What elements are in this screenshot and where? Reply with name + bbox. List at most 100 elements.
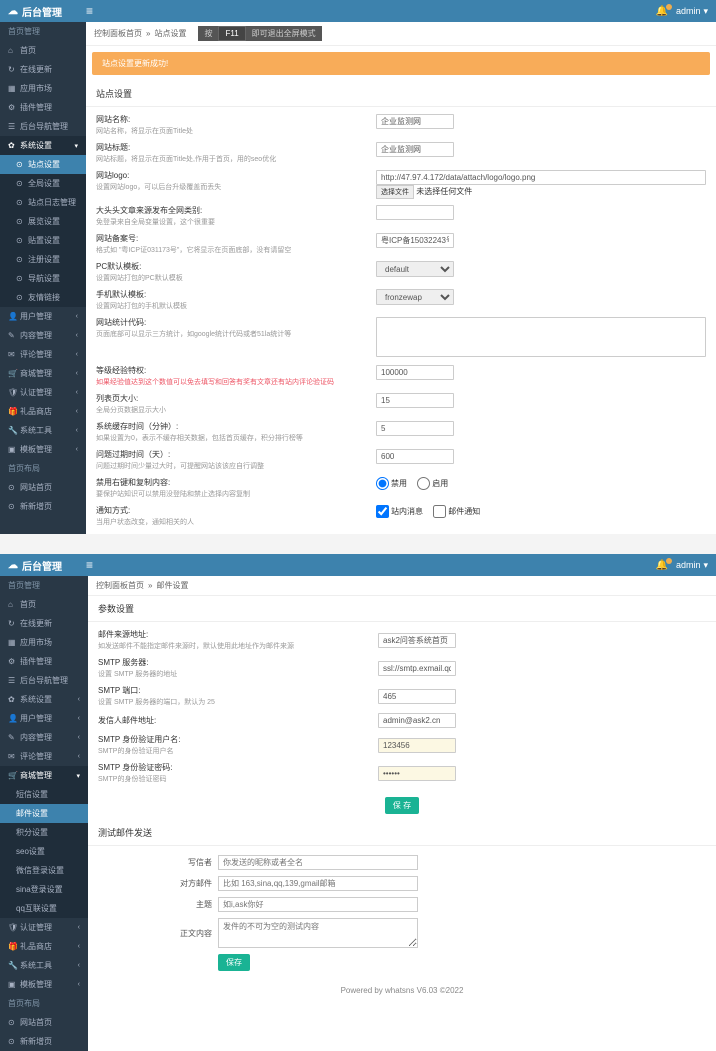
nav-system[interactable]: ✿系统设置‹ xyxy=(0,690,88,709)
nav-tool[interactable]: 🔧系统工具‹ xyxy=(0,956,88,975)
plug-icon: ⚙ xyxy=(8,103,16,112)
input-icp[interactable] xyxy=(376,233,454,248)
nav-appnav[interactable]: ☰后台导航管理 xyxy=(0,117,86,136)
nav-advset[interactable]: ⊙贴置设置 xyxy=(0,231,86,250)
mail-form: 邮件来源地址:如发送邮件不能指定邮件来源时，默认使用此地址作为邮件来源 SMTP… xyxy=(88,622,716,791)
input-sitename[interactable] xyxy=(376,114,454,129)
bell-icon[interactable]: 🔔 xyxy=(656,560,668,571)
chk-notify-mail[interactable]: 邮件通知 xyxy=(433,505,480,518)
nav-user[interactable]: 👤用户管理‹ xyxy=(0,307,86,326)
input-pass[interactable] xyxy=(378,766,456,781)
input-user[interactable] xyxy=(378,738,456,753)
gift-icon: 🎁 xyxy=(8,407,16,416)
nav-market[interactable]: ▦应用市场 xyxy=(0,633,88,652)
nav-appnav[interactable]: ☰后台导航管理 xyxy=(0,671,88,690)
nav-comment[interactable]: ✉评论管理‹ xyxy=(0,747,88,766)
input-subj[interactable] xyxy=(218,897,418,912)
nav-links[interactable]: ⊙友情链接 xyxy=(0,288,86,307)
brand[interactable]: ☁ 后台管理 xyxy=(8,4,62,19)
label-logo: 网站logo: xyxy=(96,171,129,180)
file-choose-button[interactable]: 选择文件 xyxy=(376,185,414,199)
nav-mall[interactable]: 🛒商城管理▾ xyxy=(0,766,88,785)
nav-content[interactable]: ✎内容管理‹ xyxy=(0,728,88,747)
radio-copy-disable[interactable]: 禁用 xyxy=(376,477,407,490)
nav-home[interactable]: ⌂首页 xyxy=(0,595,88,614)
input-sender[interactable] xyxy=(378,713,456,728)
select-pctpl[interactable]: default xyxy=(376,261,454,277)
nav-site-settings[interactable]: ⊙站点设置 xyxy=(0,155,86,174)
nav-global[interactable]: ⊙全局设置 xyxy=(0,174,86,193)
nav-user[interactable]: 👤用户管理‹ xyxy=(0,709,88,728)
nav-mall[interactable]: 🛒商城管理‹ xyxy=(0,364,86,383)
nav-comment[interactable]: ✉评论管理‹ xyxy=(0,345,86,364)
gift-icon: 🎁 xyxy=(8,942,16,951)
input-hlink[interactable] xyxy=(376,205,454,220)
nav-navset[interactable]: ⊙导航设置 xyxy=(0,269,86,288)
user-menu[interactable]: admin▾ xyxy=(676,560,708,571)
nav-gift[interactable]: 🎁礼品商店‹ xyxy=(0,937,88,956)
save-button[interactable]: 保 存 xyxy=(385,797,419,814)
input-sitetitle[interactable] xyxy=(376,142,454,157)
nav-tpl[interactable]: ▣模板管理‹ xyxy=(0,975,88,994)
nav-wxset[interactable]: 微信登录设置 xyxy=(0,861,88,880)
nav-pointset[interactable]: 积分设置 xyxy=(0,823,88,842)
input-from[interactable] xyxy=(378,633,456,648)
nav-qqset[interactable]: qq互联设置 xyxy=(0,899,88,918)
select-mtpl[interactable]: fronzewap xyxy=(376,289,454,305)
footer: Powered by whatsns V6.03 ©2022 xyxy=(88,980,716,1001)
nav-newadd[interactable]: ⊙新新增页 xyxy=(0,497,86,516)
input-wait[interactable] xyxy=(376,365,454,380)
sidebar-group: 首页管理 xyxy=(0,22,86,41)
input-yname[interactable] xyxy=(218,855,418,870)
input-to[interactable] xyxy=(218,876,418,891)
nav-homecfg[interactable]: ⊙网站首页 xyxy=(0,478,86,497)
nav-tool[interactable]: 🔧系统工具‹ xyxy=(0,421,86,440)
chk-notify-msg[interactable]: 站内消息 xyxy=(376,505,423,518)
nav-plugin[interactable]: ⚙插件管理 xyxy=(0,652,88,671)
nav-newadd[interactable]: ⊙新新增页 xyxy=(0,1032,88,1051)
nav-gift[interactable]: 🎁礼品商店‹ xyxy=(0,402,86,421)
input-exp[interactable] xyxy=(376,449,454,464)
input-cache[interactable] xyxy=(376,421,454,436)
nav-display[interactable]: ⊙展览设置 xyxy=(0,212,86,231)
nav-online[interactable]: ↻在线更新 xyxy=(0,614,88,633)
radio-copy-enable[interactable]: 启用 xyxy=(417,477,448,490)
nav-seoset[interactable]: seo设置 xyxy=(0,842,88,861)
nav-market[interactable]: ▦应用市场 xyxy=(0,79,86,98)
dot-icon: ⊙ xyxy=(8,502,16,511)
crumb-current: 站点设置 xyxy=(154,28,186,39)
nav-plugin[interactable]: ⚙插件管理 xyxy=(0,98,86,117)
input-smtp[interactable] xyxy=(378,661,456,676)
nav-content[interactable]: ✎内容管理‹ xyxy=(0,326,86,345)
crumb-root[interactable]: 控制面板首页 xyxy=(94,28,142,39)
nav-reg[interactable]: ⊙注册设置 xyxy=(0,250,86,269)
nav-logmgr[interactable]: ⊙站点日志管理 xyxy=(0,193,86,212)
input-logo-url[interactable] xyxy=(376,170,706,185)
nav-tplset[interactable]: 短信设置 xyxy=(0,785,88,804)
plug-icon: ⚙ xyxy=(8,657,16,666)
nav-tpl[interactable]: ▣模板管理‹ xyxy=(0,440,86,459)
input-port[interactable] xyxy=(378,689,456,704)
test-save-button[interactable]: 保存 xyxy=(218,954,250,971)
crumb-root[interactable]: 控制面板首页 xyxy=(96,580,144,591)
nav-mailset[interactable]: 邮件设置 xyxy=(0,804,88,823)
chevron-left-icon: ‹ xyxy=(76,332,78,339)
brand[interactable]: ☁ 后台管理 xyxy=(8,558,62,573)
bell-icon[interactable]: 🔔 xyxy=(656,6,668,17)
nav-system[interactable]: ✿系统设置▾ xyxy=(0,136,86,155)
screenshot-site-settings: ☁ 后台管理 ≡ 🔔 admin▾ 首页管理 ⌂首页 ↻在线更新 ▦应用市场 ⚙… xyxy=(0,0,716,534)
input-cols[interactable] xyxy=(376,393,454,408)
screenshot-mail-settings: ☁ 后台管理 ≡ 🔔 admin▾ 首页管理 ⌂首页 ↻在线更新 ▦应用市场 ⚙… xyxy=(0,554,716,1051)
nav-homecfg[interactable]: ⊙网站首页 xyxy=(0,1013,88,1032)
file-none: 未选择任何文件 xyxy=(416,187,472,196)
hamburger-icon[interactable]: ≡ xyxy=(86,558,93,572)
nav-home[interactable]: ⌂首页 xyxy=(0,41,86,60)
nav-online[interactable]: ↻在线更新 xyxy=(0,60,86,79)
nav-cert[interactable]: 🛡认证管理‹ xyxy=(0,918,88,937)
textarea-stat[interactable] xyxy=(376,317,706,357)
textarea-body[interactable] xyxy=(218,918,418,948)
user-menu[interactable]: admin▾ xyxy=(676,6,708,17)
nav-sinaset[interactable]: sina登录设置 xyxy=(0,880,88,899)
hamburger-icon[interactable]: ≡ xyxy=(86,4,93,18)
nav-cert[interactable]: 🛡认证管理‹ xyxy=(0,383,86,402)
